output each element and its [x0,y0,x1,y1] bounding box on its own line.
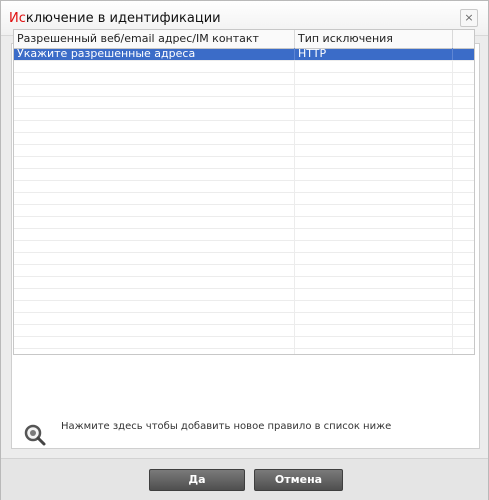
cell-type[interactable]: HTTP [295,48,453,60]
cell-type-empty[interactable] [295,288,453,300]
cell-type-empty[interactable] [295,240,453,252]
column-header-address[interactable]: Разрешенный веб/email адрес/IM контакт [14,30,295,48]
cell-type-empty[interactable] [295,120,453,132]
cell-address-empty[interactable] [14,288,295,300]
cell-type-empty[interactable] [295,108,453,120]
dialog-title-accent: Ис [9,11,26,26]
cell-address-empty[interactable] [14,228,295,240]
cell-address-empty[interactable] [14,312,295,324]
dialog-title: Исключение в идентификации [9,11,221,26]
cell-address[interactable]: Укажите разрешенные адреса [14,48,295,60]
cell-address-empty[interactable] [14,84,295,96]
cell-address-empty[interactable] [14,348,295,354]
cell-address-empty[interactable] [14,276,295,288]
table-header: Разрешенный веб/email адрес/IM контакт Т… [14,30,474,49]
cell-type-empty[interactable] [295,228,453,240]
cell-address-empty[interactable] [14,60,295,72]
ok-button[interactable]: Да [149,469,245,491]
cell-address-empty[interactable] [14,96,295,108]
cell-address-empty[interactable] [14,240,295,252]
cell-address-empty[interactable] [14,144,295,156]
exception-dialog: Исключение в идентификации × + − Разреше… [0,0,489,500]
cell-type-empty[interactable] [295,264,453,276]
cell-address-empty[interactable] [14,120,295,132]
exceptions-table: Разрешенный веб/email адрес/IM контакт Т… [13,29,475,355]
table-body: Укажите разрешенные адреса HTTP [14,48,474,354]
cell-type-empty[interactable] [295,156,453,168]
column-header-extra [453,30,474,48]
cell-type-empty[interactable] [295,300,453,312]
table-row-empty[interactable] [14,348,474,354]
cell-type-empty[interactable] [295,312,453,324]
cell-address-empty[interactable] [14,72,295,84]
column-header-type[interactable]: Тип исключения [295,30,453,48]
cell-address-empty[interactable] [14,252,295,264]
hint-text[interactable]: Нажмите здесь чтобы добавить новое прави… [61,421,391,432]
cell-type-empty[interactable] [295,72,453,84]
cell-address-empty[interactable] [14,264,295,276]
cell-type-empty[interactable] [295,132,453,144]
cell-type-empty[interactable] [295,168,453,180]
cell-type-empty[interactable] [295,60,453,72]
cell-type-empty[interactable] [295,192,453,204]
cell-type-empty[interactable] [295,180,453,192]
dialog-title-rest: ключение в идентификации [25,11,221,26]
cell-type-empty[interactable] [295,144,453,156]
cell-type-empty[interactable] [295,84,453,96]
cell-address-empty[interactable] [14,180,295,192]
search-add-icon [23,423,47,447]
cell-address-empty[interactable] [14,204,295,216]
cell-address-empty[interactable] [14,108,295,120]
cell-type-empty[interactable] [295,276,453,288]
cell-address-empty[interactable] [14,168,295,180]
cell-type-empty[interactable] [295,336,453,348]
cell-address-empty[interactable] [14,156,295,168]
close-button[interactable]: × [460,9,478,27]
cell-type-empty[interactable] [295,204,453,216]
add-rule-hint[interactable]: Нажмите здесь чтобы добавить новое прави… [11,411,478,447]
cell-address-empty[interactable] [14,300,295,312]
cell-address-empty[interactable] [14,132,295,144]
cell-type-empty[interactable] [295,324,453,336]
cell-type-empty[interactable] [295,252,453,264]
dialog-footer: Да Отмена [1,458,488,500]
cell-type-empty[interactable] [295,96,453,108]
cell-address-empty[interactable] [14,336,295,348]
cell-address-empty[interactable] [14,216,295,228]
cell-address-empty[interactable] [14,192,295,204]
cancel-button[interactable]: Отмена [254,469,343,491]
cell-type-empty[interactable] [295,348,453,354]
cell-type-empty[interactable] [295,216,453,228]
cell-address-empty[interactable] [14,324,295,336]
